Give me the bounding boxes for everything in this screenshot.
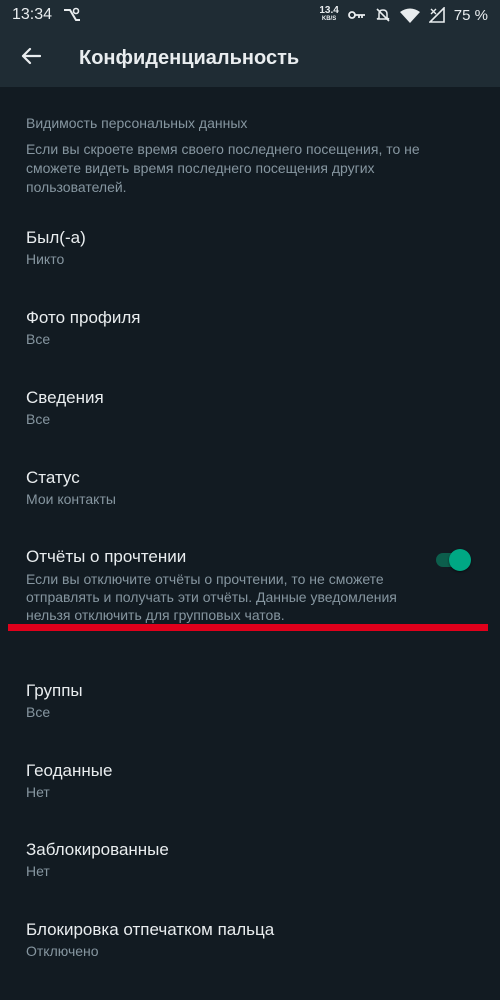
setting-value: Все	[26, 411, 51, 427]
back-button[interactable]	[0, 30, 62, 87]
arrow-left-icon	[21, 47, 42, 70]
setting-title: Группы	[26, 681, 83, 700]
setting-value: Мои контакты	[26, 491, 116, 507]
setting-title: Заблокированные	[26, 840, 169, 859]
setting-about[interactable]: Сведения Все	[0, 378, 500, 440]
status-time: 13:34	[12, 6, 53, 23]
setting-value: Все	[26, 704, 51, 720]
setting-title: Отчёты о прочтении	[26, 547, 187, 566]
status-bar: 13:34 13.4 KB/S 75 %	[0, 0, 500, 30]
setting-value: Нет	[26, 863, 50, 879]
setting-value: Отключено	[26, 943, 99, 959]
net-speed: 13.4 KB/S	[319, 5, 339, 23]
mute-icon	[375, 7, 391, 23]
notification-icon	[62, 7, 82, 23]
section-header: Видимость персональных данных	[26, 115, 248, 131]
setting-status[interactable]: Статус Мои контакты	[0, 458, 500, 520]
setting-blocked[interactable]: Заблокированные Нет	[0, 830, 500, 892]
setting-title: Статус	[26, 468, 80, 487]
setting-read-receipts[interactable]: Отчёты о прочтении Если вы отключите отч…	[0, 537, 500, 627]
setting-value: Никто	[26, 251, 65, 267]
setting-fingerprint-lock[interactable]: Блокировка отпечатком пальца Отключено	[0, 910, 500, 972]
setting-profile-photo[interactable]: Фото профиля Все	[0, 298, 500, 360]
page-title: Конфиденциальность	[79, 47, 300, 69]
setting-title: Блокировка отпечатком пальца	[26, 920, 275, 939]
setting-value: Нет	[26, 784, 50, 800]
setting-last-seen[interactable]: Был(-а) Никто	[0, 218, 500, 280]
net-speed-unit: KB/S	[321, 16, 337, 22]
wifi-icon	[399, 8, 420, 23]
setting-location[interactable]: Геоданные Нет	[0, 751, 500, 813]
toggle-thumb	[449, 549, 471, 571]
setting-title: Был(-а)	[26, 228, 86, 247]
battery-level: 75 %	[453, 6, 488, 24]
section-description: Если вы скроете время своего последнего …	[26, 141, 420, 195]
setting-title: Фото профиля	[26, 308, 141, 327]
net-speed-value: 13.4	[319, 5, 339, 16]
setting-groups[interactable]: Группы Все	[0, 671, 500, 733]
signal-icon	[428, 7, 445, 23]
setting-value: Все	[26, 331, 51, 347]
annotation-underline	[8, 624, 488, 631]
read-receipts-toggle[interactable]	[436, 549, 472, 571]
key-icon	[347, 8, 366, 22]
setting-title: Сведения	[26, 388, 104, 407]
setting-title: Геоданные	[26, 761, 113, 780]
app-bar: Конфиденциальность	[0, 30, 500, 87]
setting-description: Если вы отключите отчёты о прочтении, то…	[26, 571, 397, 623]
privacy-screen: 13:34 13.4 KB/S 75 % Конфиденциальность …	[0, 0, 500, 1000]
